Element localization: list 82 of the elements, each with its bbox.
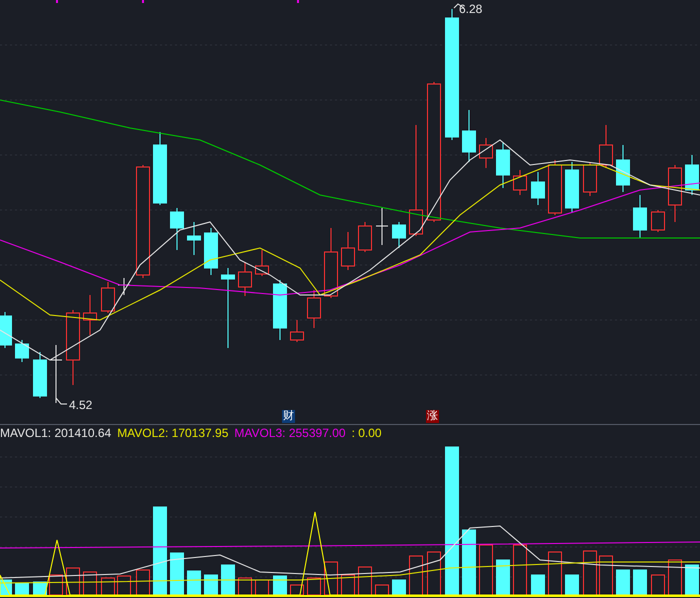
- indicator-legend-value: : 0.00: [352, 425, 382, 441]
- volume-bar: [307, 578, 321, 596]
- volume-bar: [583, 550, 597, 596]
- high-price-label: 6.28: [459, 1, 482, 17]
- candlestick: [531, 172, 545, 206]
- candlestick: [513, 170, 527, 196]
- volume-bar: [375, 584, 389, 596]
- tick-mark: [142, 0, 144, 3]
- volume-bar: [531, 574, 545, 596]
- volume-bar: [633, 570, 647, 596]
- volume-bar: [255, 580, 269, 596]
- indicator-legend-value: MAVOL2: 170137.95: [117, 425, 228, 441]
- event-marker[interactable]: 涨: [426, 410, 439, 423]
- volume-bar: [479, 544, 493, 596]
- candlestick: [462, 110, 476, 162]
- candlestick: [599, 124, 613, 168]
- candlestick: [616, 144, 630, 192]
- volume-bar: [548, 552, 562, 596]
- volume-bar: [221, 564, 235, 596]
- volume-bar: [187, 570, 201, 596]
- volume-bar: [462, 530, 476, 596]
- candlestick: [33, 352, 47, 398]
- candlestick: [238, 262, 252, 296]
- volume-bar: [616, 570, 630, 596]
- volume-bar: [15, 582, 29, 596]
- candlestick: [255, 250, 269, 276]
- candlestick: [0, 312, 12, 348]
- volume-bar: [83, 572, 97, 596]
- leader-line: [56, 396, 68, 404]
- candlestick: [685, 154, 699, 196]
- volume-bar: [651, 574, 665, 596]
- candlestick: [479, 138, 493, 168]
- volume-bar: [49, 574, 63, 596]
- volume-bar: [496, 560, 510, 596]
- candlestick: [101, 282, 115, 314]
- candlestick: [204, 228, 218, 276]
- volume-bar: [66, 568, 80, 596]
- candlestick: [15, 340, 29, 362]
- volume-bar: [204, 574, 218, 596]
- candlestick: [187, 222, 201, 256]
- candlestick: [307, 290, 321, 328]
- candlestick: [273, 280, 287, 340]
- candlestick: [651, 210, 665, 232]
- volume-bar: [238, 578, 252, 596]
- candlestick: [290, 320, 304, 342]
- tick-mark: [56, 0, 58, 3]
- volume-bar: [170, 552, 184, 596]
- candlestick: [83, 294, 97, 336]
- indicator-legend-value: MAVOL3: 255397.00: [234, 425, 346, 441]
- candlestick: [548, 160, 562, 216]
- volume-bar: [136, 570, 150, 596]
- volume-bar: [409, 556, 423, 596]
- volume-bar: [290, 584, 304, 596]
- volume-bar: [117, 576, 131, 596]
- event-marker[interactable]: 财: [282, 410, 295, 423]
- candlestick: [118, 278, 130, 296]
- candlestick: [633, 194, 647, 238]
- candlestick: [496, 142, 510, 188]
- volume-bar: [427, 552, 441, 596]
- candlestick: [668, 164, 682, 222]
- volume-bar: [273, 576, 287, 596]
- low-price-label: 4.52: [69, 397, 92, 413]
- volume-bar: [358, 566, 372, 596]
- volume-bar: [565, 574, 579, 596]
- volume-bar: [668, 560, 682, 596]
- volume-bar: [392, 580, 406, 596]
- candlestick: [376, 208, 388, 246]
- candlestick: [170, 208, 184, 250]
- candlestick: [324, 228, 338, 298]
- volume-bar: [685, 564, 699, 596]
- volume-bar: [513, 544, 527, 596]
- volume-bar: [101, 578, 115, 596]
- candlestick: [358, 222, 372, 252]
- tick-mark: [297, 0, 299, 3]
- candlestick: [583, 162, 597, 196]
- volume-bar: [341, 574, 355, 596]
- candlestick: [565, 162, 579, 212]
- volume-bar: [33, 582, 47, 596]
- indicator-legend-value: MAVOL1: 201410.64: [0, 425, 112, 441]
- volume-bar: [599, 556, 613, 596]
- candlestick: [392, 222, 406, 248]
- candlestick: [341, 232, 355, 270]
